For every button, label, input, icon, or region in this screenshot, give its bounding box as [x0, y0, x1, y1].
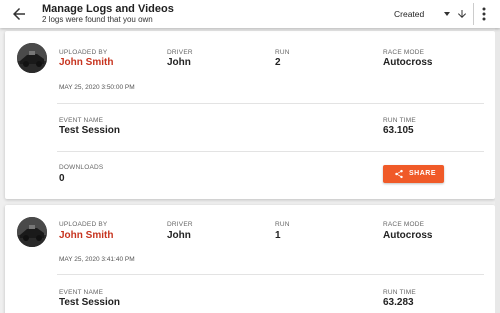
- avatar: [17, 43, 47, 73]
- event-name-label: EVENT NAME: [59, 117, 104, 124]
- downloads-label: DOWNLOADS: [59, 164, 104, 171]
- upload-date: MAY 25, 2020 3:41:40 PM: [59, 256, 135, 263]
- event-name-value: Test Session: [59, 297, 120, 308]
- log-card: UPLOADED BY John Smith DRIVER John RUN 1…: [5, 205, 495, 313]
- share-button-label: SHARE: [409, 170, 437, 177]
- sort-select-value: Created: [394, 9, 425, 19]
- downloads-value: 0: [59, 173, 65, 184]
- run-value: 1: [275, 230, 281, 241]
- sort-select[interactable]: Created: [394, 9, 452, 21]
- log-card: UPLOADED BY John Smith DRIVER John RUN 2…: [5, 31, 495, 199]
- uploaded-by-label: UPLOADED BY: [59, 221, 108, 228]
- divider: [57, 103, 484, 104]
- run-time-label: RUN TIME: [383, 289, 416, 296]
- event-name-value: Test Session: [59, 125, 120, 136]
- share-icon: [395, 169, 403, 179]
- run-time-label: RUN TIME: [383, 117, 416, 124]
- uploaded-by-value[interactable]: John Smith: [59, 230, 113, 241]
- upload-date: MAY 25, 2020 3:50:00 PM: [59, 84, 135, 91]
- race-mode-value: Autocross: [383, 57, 433, 68]
- run-time-value: 63.105: [383, 125, 414, 136]
- back-arrow-icon[interactable]: [10, 5, 28, 23]
- event-name-label: EVENT NAME: [59, 289, 104, 296]
- driver-label: DRIVER: [167, 221, 193, 228]
- share-button[interactable]: SHARE: [383, 165, 444, 183]
- toolbar-divider: [473, 3, 474, 25]
- run-label: RUN: [275, 49, 290, 56]
- page-subtitle: 2 logs were found that you own: [42, 15, 153, 24]
- driver-value: John: [167, 57, 191, 68]
- uploaded-by-label: UPLOADED BY: [59, 49, 108, 56]
- run-value: 2: [275, 57, 281, 68]
- page-title: Manage Logs and Videos: [42, 3, 174, 15]
- more-vert-icon[interactable]: [479, 6, 489, 22]
- race-mode-label: RACE MODE: [383, 49, 425, 56]
- divider: [57, 274, 484, 275]
- uploaded-by-value[interactable]: John Smith: [59, 57, 113, 68]
- driver-value: John: [167, 230, 191, 241]
- divider: [57, 151, 484, 152]
- scrollbar[interactable]: [495, 28, 500, 313]
- driver-label: DRIVER: [167, 49, 193, 56]
- run-time-value: 63.283: [383, 297, 414, 308]
- race-mode-label: RACE MODE: [383, 221, 425, 228]
- arrow-down-icon[interactable]: [456, 7, 468, 21]
- app-bar: Manage Logs and Videos 2 logs were found…: [0, 0, 500, 28]
- race-mode-value: Autocross: [383, 230, 433, 241]
- run-label: RUN: [275, 221, 290, 228]
- avatar: [17, 217, 47, 247]
- caret-down-icon: [444, 12, 450, 16]
